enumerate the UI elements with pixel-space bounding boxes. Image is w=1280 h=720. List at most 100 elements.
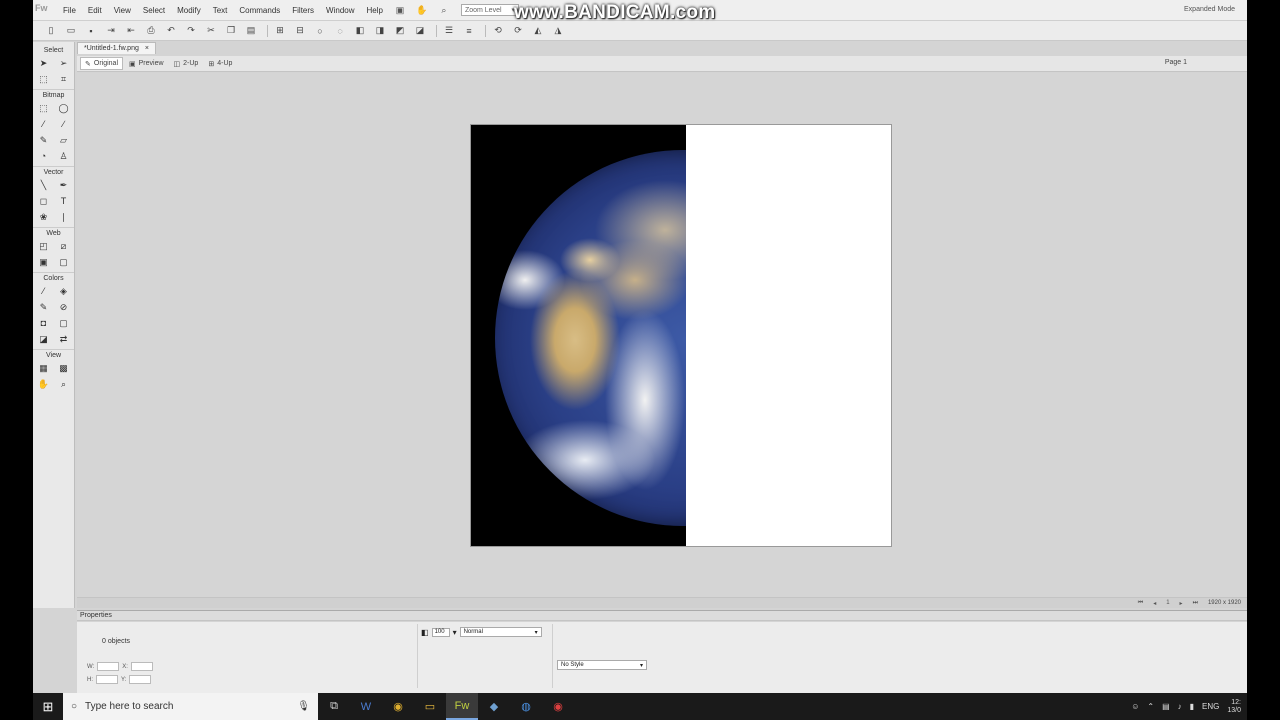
bring-forward-icon[interactable]: ◧	[352, 24, 368, 38]
hotspot-tool-icon[interactable]: ◰	[36, 239, 52, 253]
scale-tool-icon[interactable]: ⬚	[36, 72, 52, 86]
chevron-up-icon[interactable]: ⌃	[1147, 702, 1154, 711]
document-tab[interactable]: *Untitled-1.fw.png ×	[77, 42, 156, 54]
import-icon[interactable]: ⇥	[103, 24, 119, 38]
lasso-tool-icon[interactable]: ◯	[56, 101, 72, 115]
pen-tool-icon[interactable]: ✒	[56, 178, 72, 192]
task-view-icon[interactable]: ⧉	[318, 693, 350, 720]
blend-mode-select[interactable]: Normal ▾	[459, 627, 542, 637]
chrome-app-icon[interactable]: ◉	[382, 693, 414, 720]
zoom-tool-icon[interactable]: ⌕	[56, 377, 72, 391]
eraser-tool-icon[interactable]: ▱	[56, 133, 72, 147]
hide-slices-icon[interactable]: ▣	[36, 255, 52, 269]
undo-icon[interactable]: ↶	[163, 24, 179, 38]
line-tool-icon[interactable]: ╲	[36, 178, 52, 192]
screen-mode-icon[interactable]: ▦	[36, 361, 52, 375]
paste-icon[interactable]: ▤	[243, 24, 259, 38]
tab-preview[interactable]: ▣ Preview	[125, 57, 168, 70]
slice-tool-icon[interactable]: ⧄	[56, 239, 72, 253]
width-field[interactable]	[97, 662, 120, 671]
zoom-level-select[interactable]: Zoom Level ▾	[460, 4, 519, 16]
show-slices-icon[interactable]: ▢	[56, 255, 72, 269]
menu-edit[interactable]: Edit	[82, 6, 108, 15]
flip-icon[interactable]: ◭	[530, 24, 546, 38]
subselection-tool-icon[interactable]: ➢	[56, 56, 72, 70]
opacity-field[interactable]: 100	[431, 627, 450, 637]
tab-2-up[interactable]: ◫ 2-Up	[170, 57, 203, 70]
taskbar-search[interactable]: ○ Type here to search 🎙	[63, 693, 318, 720]
zoom-icon[interactable]: ⌕	[437, 3, 451, 17]
no-color-icon[interactable]: ⊘	[56, 300, 72, 314]
crop-tool-icon[interactable]: ⌗	[56, 72, 72, 86]
opacity-stepper-icon[interactable]: ▾	[453, 628, 457, 637]
canvas-area[interactable]	[77, 73, 1247, 597]
tab-4-up[interactable]: ⊞ 4-Up	[204, 57, 236, 70]
copy-icon[interactable]: ❐	[223, 24, 239, 38]
bring-to-front-icon[interactable]: ◨	[372, 24, 388, 38]
menu-help[interactable]: Help	[361, 6, 389, 15]
height-field[interactable]	[96, 675, 118, 684]
fill-color-icon[interactable]: ◘	[36, 316, 52, 330]
flip-vertical-icon[interactable]: ◮	[550, 24, 566, 38]
last-page-icon[interactable]: ⏭	[1193, 600, 1198, 607]
join-icon[interactable]: ○	[312, 24, 328, 38]
redo-icon[interactable]: ↷	[183, 24, 199, 38]
windows-start-icon[interactable]: ⊞	[33, 693, 63, 720]
pencil-tool-icon[interactable]: ✎	[36, 133, 52, 147]
stroke-color-icon[interactable]: ✎	[36, 300, 52, 314]
file-explorer-icon[interactable]: ▭	[414, 693, 446, 720]
swap-colors-icon[interactable]: ⇄	[56, 332, 72, 346]
rectangle-tool-icon[interactable]: ◻	[36, 194, 52, 208]
full-screen-icon[interactable]: ▩	[56, 361, 72, 375]
menu-commands[interactable]: Commands	[233, 6, 286, 15]
earth-image[interactable]	[471, 125, 686, 546]
menu-modify[interactable]: Modify	[171, 6, 207, 15]
rotate-left-icon[interactable]: ⟲	[490, 24, 506, 38]
print-icon[interactable]: ⎙	[143, 24, 159, 38]
app-icon[interactable]: ◆	[478, 693, 510, 720]
style-select[interactable]: No Style ▾	[557, 660, 647, 670]
fireworks-app-icon[interactable]: Fw	[446, 693, 478, 720]
group-icon[interactable]: ⊞	[272, 24, 288, 38]
menu-select[interactable]: Select	[137, 6, 171, 15]
align-icon[interactable]: ☰	[441, 24, 457, 38]
send-to-back-icon[interactable]: ◪	[412, 24, 428, 38]
open-file-icon[interactable]: ▭	[63, 24, 79, 38]
page-selector[interactable]: Page 1	[1165, 59, 1187, 66]
prev-page-icon[interactable]: ◂	[1153, 600, 1156, 607]
marquee-tool-icon[interactable]: ⬚	[36, 101, 52, 115]
rubber-stamp-tool-icon[interactable]: ♙	[56, 149, 72, 163]
language-indicator[interactable]: ENG	[1202, 702, 1219, 711]
magic-wand-tool-icon[interactable]: ⁄	[36, 117, 52, 131]
battery-icon[interactable]: ▮	[1190, 702, 1194, 711]
workspace-mode[interactable]: Expanded Mode	[1184, 6, 1235, 13]
record-app-icon[interactable]: ◉	[542, 693, 574, 720]
menu-window[interactable]: Window	[320, 6, 360, 15]
browser-app-icon[interactable]: ◍	[510, 693, 542, 720]
freeform-tool-icon[interactable]: ❀	[36, 210, 52, 224]
menu-text[interactable]: Text	[207, 6, 234, 15]
x-field[interactable]	[130, 662, 153, 671]
hand-tool-icon[interactable]: ✋	[36, 377, 52, 391]
default-colors-icon[interactable]: ◪	[36, 332, 52, 346]
people-icon[interactable]: ☺	[1131, 702, 1139, 711]
properties-header[interactable]: Properties	[77, 610, 1247, 621]
next-page-icon[interactable]: ▸	[1180, 600, 1183, 607]
export-icon[interactable]: ⇤	[123, 24, 139, 38]
volume-icon[interactable]: ♪	[1178, 702, 1182, 711]
network-icon[interactable]: ▤	[1162, 702, 1170, 711]
menu-view[interactable]: View	[108, 6, 137, 15]
y-field[interactable]	[129, 675, 152, 684]
text-tool-icon[interactable]: T	[56, 194, 72, 208]
paint-bucket-tool-icon[interactable]: ◈	[56, 284, 72, 298]
hand-icon[interactable]: ✋	[415, 3, 429, 17]
menu-file[interactable]: File	[57, 6, 82, 15]
tab-original[interactable]: ✎ Original	[80, 57, 123, 70]
cut-icon[interactable]: ✂	[203, 24, 219, 38]
word-app-icon[interactable]: W	[350, 693, 382, 720]
pointer-tool-icon[interactable]: ➤	[36, 56, 52, 70]
close-icon[interactable]: ×	[145, 45, 149, 52]
fill-swatch-icon[interactable]: ▢	[56, 316, 72, 330]
knife-tool-icon[interactable]: ∣	[56, 210, 72, 224]
ungroup-icon[interactable]: ⊟	[292, 24, 308, 38]
